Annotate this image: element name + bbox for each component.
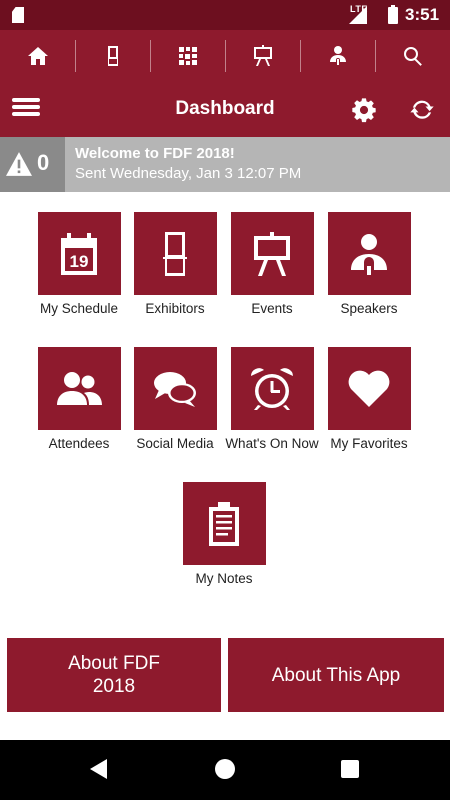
about-fdf-label: About FDF 2018 (68, 653, 160, 697)
status-bar: LTE 3:51 (0, 0, 450, 30)
gear-icon[interactable] (350, 96, 378, 124)
easel-icon (253, 45, 272, 66)
clipboard-icon (209, 501, 239, 546)
tile-icon-box: 19 (37, 212, 121, 295)
alarm-clock-icon (251, 367, 293, 410)
tile-label: What's On Now (225, 436, 319, 451)
tile-label: My Schedule (39, 301, 119, 316)
nav-home-button[interactable] (0, 30, 75, 82)
refresh-icon[interactable] (408, 96, 436, 124)
sd-card-icon (12, 7, 24, 23)
tile-my-favorites[interactable]: My Favorites (319, 347, 419, 452)
alert-count: 0 (37, 150, 50, 175)
heart-icon (348, 370, 390, 407)
tile-icon-box (230, 212, 314, 295)
nav-events-button[interactable] (225, 30, 300, 82)
app-header: Dashboard (0, 82, 450, 137)
notification-banner[interactable]: 0 Welcome to FDF 2018! Sent Wednesday, J… (0, 137, 450, 192)
booth-icon (163, 231, 187, 276)
svg-text:19: 19 (70, 252, 89, 271)
nav-qr-button[interactable] (150, 30, 225, 82)
people-icon (57, 371, 102, 405)
tile-exhibitors[interactable]: Exhibitors (125, 212, 225, 317)
easel-icon (254, 231, 290, 276)
clock: 3:51 (405, 5, 440, 24)
nav-search-button[interactable] (375, 30, 450, 82)
tile-label: Social Media (136, 436, 214, 451)
tile-attendees[interactable]: Attendees (29, 347, 129, 452)
tile-label: Events (251, 301, 293, 316)
tile-label: My Favorites (330, 436, 408, 451)
tile-label: Attendees (48, 436, 110, 451)
notification-title: Welcome to FDF 2018! (75, 145, 235, 162)
tile-label: Speakers (340, 301, 398, 316)
tile-icon-box (133, 347, 217, 430)
recent-apps-icon[interactable] (341, 760, 359, 778)
network-type: LTE (350, 4, 368, 14)
alert-counter: 0 (0, 137, 65, 192)
nav-exhibitors-button[interactable] (75, 30, 150, 82)
tile-icon-box (133, 212, 217, 295)
back-icon[interactable] (90, 759, 107, 779)
tile-label: Exhibitors (145, 301, 205, 316)
tile-speakers[interactable]: Speakers (319, 212, 419, 317)
about-app-label: About This App (271, 664, 401, 686)
system-nav-bar (0, 740, 450, 800)
speaker-icon (351, 233, 387, 275)
nav-speakers-button[interactable] (300, 30, 375, 82)
tile-icon-box (182, 482, 266, 565)
warning-icon (6, 152, 32, 176)
tile-icon-box (327, 347, 411, 430)
quick-nav-bar (0, 30, 450, 82)
home-icon (27, 47, 48, 65)
about-fdf-button[interactable]: About FDF 2018 (7, 638, 221, 712)
chat-bubbles-icon (154, 371, 196, 407)
tile-icon-box (327, 212, 411, 295)
tile-label: My Notes (195, 571, 253, 586)
notification-subtitle: Sent Wednesday, Jan 3 12:07 PM (75, 165, 302, 182)
tile-icon-box (37, 347, 121, 430)
home-circle-icon[interactable] (215, 759, 235, 779)
qr-code-icon (178, 47, 197, 65)
tile-whats-on-now[interactable]: What's On Now (222, 347, 322, 452)
speaker-icon (329, 46, 346, 65)
tile-icon-box (230, 347, 314, 430)
exhibitor-booth-icon (107, 46, 118, 66)
about-app-button[interactable]: About This App (228, 638, 444, 712)
tile-my-schedule[interactable]: 19 My Schedule (29, 212, 129, 317)
battery-icon (388, 5, 398, 24)
tile-social-media[interactable]: Social Media (125, 347, 225, 452)
tile-events[interactable]: Events (222, 212, 322, 317)
calendar-icon: 19 (61, 232, 97, 275)
search-icon (403, 47, 422, 66)
tile-my-notes[interactable]: My Notes (174, 482, 274, 587)
page-title: Dashboard (175, 98, 275, 119)
